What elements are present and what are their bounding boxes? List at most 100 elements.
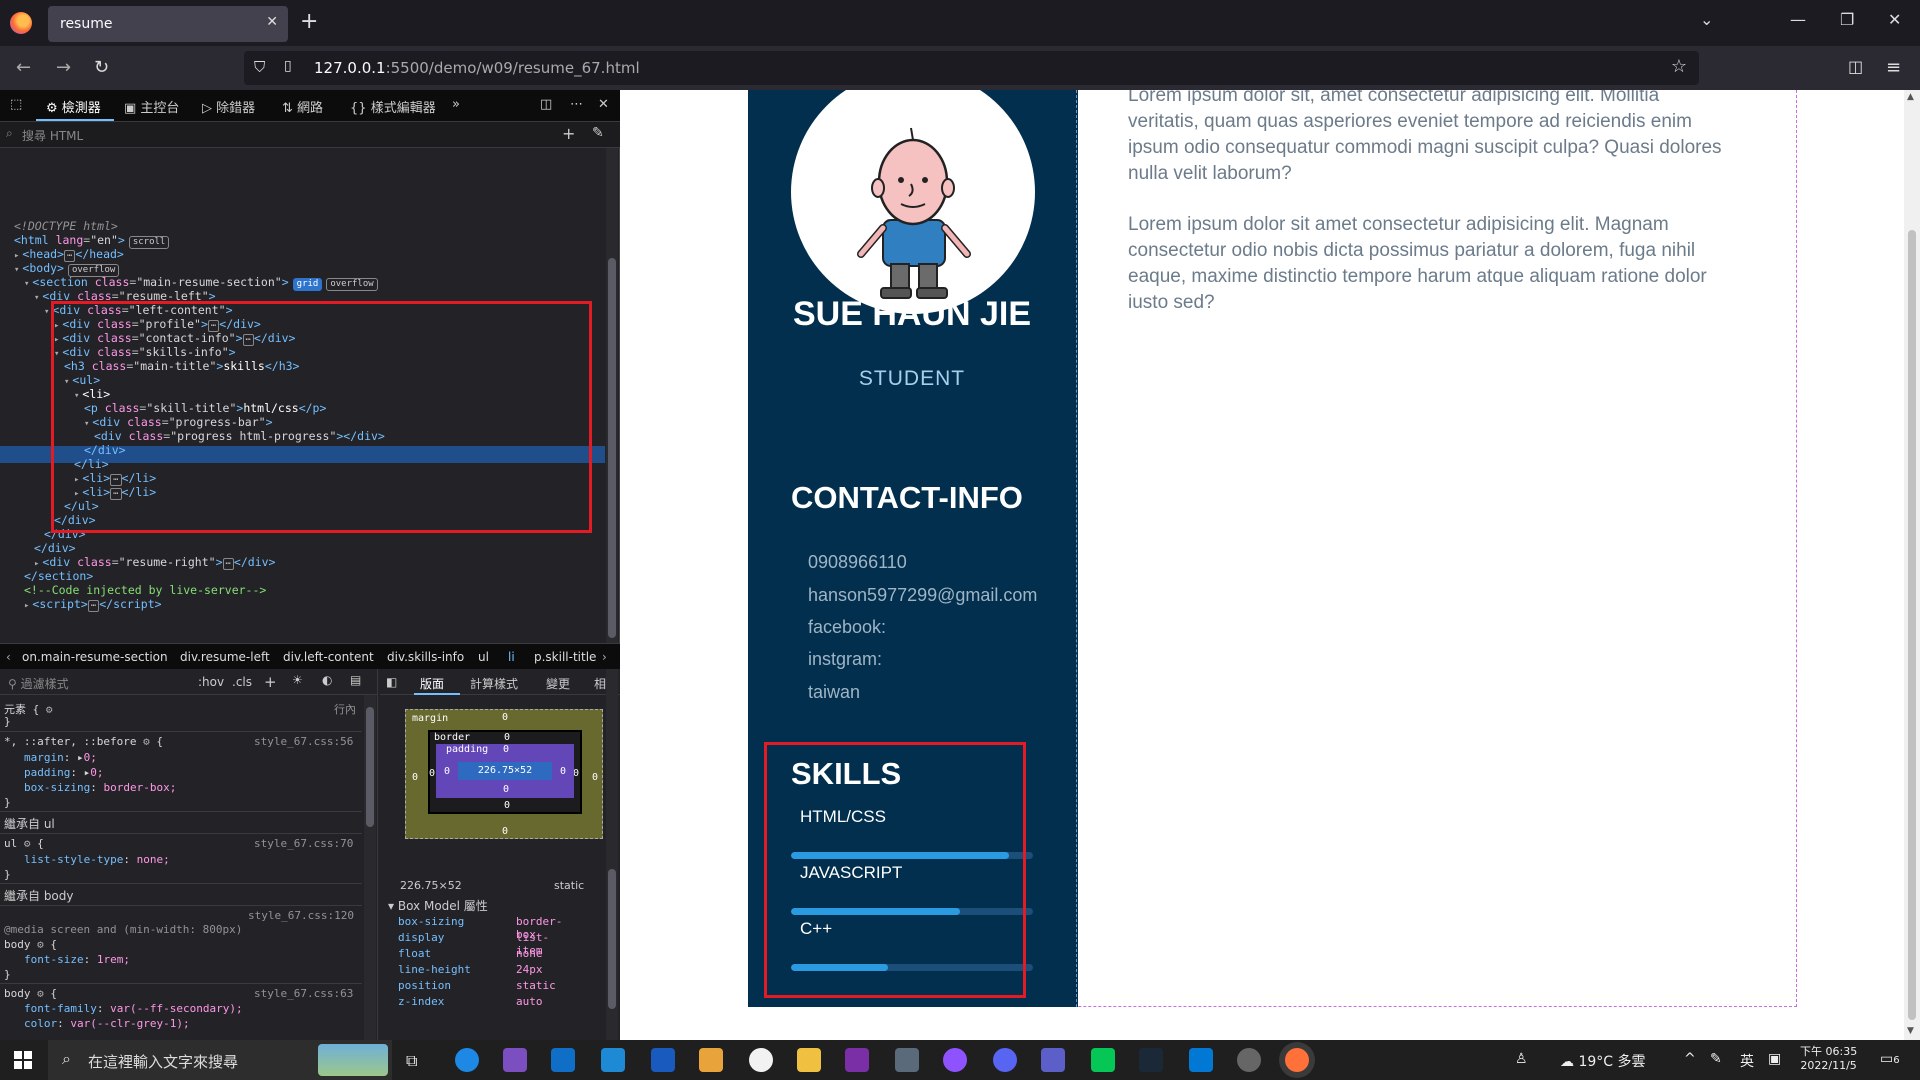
store-icon[interactable] [551, 1048, 575, 1072]
discord-icon[interactable] [993, 1048, 1017, 1072]
restore-icon[interactable]: ❐ [1840, 10, 1854, 29]
file-explorer-icon[interactable] [797, 1048, 821, 1072]
url-bar[interactable]: ⛉ ▯ 127.0.0.1:5500/demo/w09/resume_67.ht… [244, 51, 1699, 85]
box-model-padding[interactable]: padding 0 0 0 0 226.75×52 [436, 744, 574, 798]
add-rule-icon[interactable]: + [264, 673, 277, 691]
search-icon: ⌕ [62, 1049, 71, 1068]
box-model-properties-header[interactable]: ▾ Box Model 屬性 [388, 897, 488, 914]
sidebar-toggle-icon[interactable]: ◧ [386, 675, 397, 689]
box-model-margin[interactable]: margin 0 0 0 0 border 0 0 0 0 padding 0 … [405, 709, 603, 839]
contact-instagram: instgram: [808, 649, 883, 669]
mail-icon[interactable] [601, 1048, 625, 1072]
hov-toggle[interactable]: :hov [198, 675, 224, 689]
tab-resume[interactable]: resume ✕ [48, 6, 288, 42]
rules-scrollbar[interactable] [364, 695, 376, 1040]
more-tabs-icon[interactable]: » [452, 97, 460, 112]
video-icon[interactable] [699, 1048, 723, 1072]
breadcrumb-item[interactable]: div.skills-info [387, 650, 464, 664]
rules-scrollbar-thumb[interactable] [366, 707, 374, 827]
expanded-arrow-icon: ▾ [34, 293, 40, 303]
light-theme-icon[interactable]: ☀ [292, 673, 303, 687]
new-tab-icon[interactable]: + [300, 10, 318, 34]
taskbar-search[interactable]: ⌕ 在這裡輸入文字來搜尋 [48, 1040, 392, 1080]
close-tab-icon[interactable]: ✕ [266, 14, 278, 30]
windows-start-icon[interactable] [14, 1051, 32, 1069]
breadcrumb-item[interactable]: on.main-resume-section [22, 650, 168, 664]
markup-line[interactable]: ▸ <script> ⋯ </script> [24, 596, 162, 613]
ime-mode-icon[interactable]: ▣ [1768, 1051, 1781, 1067]
people-icon[interactable]: ♙ [1515, 1051, 1528, 1067]
bookmark-star-icon[interactable]: ☆ [1671, 56, 1687, 77]
pocket-icon[interactable]: ◫ [1848, 57, 1863, 76]
tab-more[interactable]: 相 [594, 675, 606, 692]
close-devtools-icon[interactable]: ✕ [598, 97, 609, 112]
breadcrumb-item[interactable]: p.skill-title [534, 650, 596, 664]
firefox-taskbar-icon[interactable] [1285, 1048, 1309, 1072]
page-icon[interactable]: ▯ [284, 58, 292, 74]
tab-debugger[interactable]: ▷ 除錯器 [202, 97, 255, 116]
print-media-icon[interactable]: ▤ [350, 673, 361, 687]
layout-scrollbar[interactable] [606, 669, 618, 1040]
teams-icon[interactable] [1041, 1048, 1065, 1072]
tab-style-editor[interactable]: {} 樣式編輯器 [350, 97, 436, 116]
box-model-content[interactable]: 226.75×52 [458, 762, 552, 780]
clock[interactable]: 下午 06:35 2022/11/5 [1800, 1043, 1857, 1072]
back-icon[interactable]: ← [16, 57, 31, 78]
contact-facebook: facebook: [808, 617, 887, 637]
breadcrumb-item[interactable]: ul [478, 650, 489, 664]
tab-network[interactable]: ⇅ 網路 [282, 97, 323, 116]
word-icon[interactable] [651, 1048, 675, 1072]
calculator-icon[interactable] [895, 1048, 919, 1072]
tray-chevron-icon[interactable]: ^ [1684, 1051, 1696, 1067]
messenger-icon[interactable] [943, 1048, 967, 1072]
filter-styles-input[interactable]: ⚲ 過濾樣式 [8, 675, 69, 692]
reload-icon[interactable]: ↻ [94, 57, 109, 78]
onenote-icon[interactable] [845, 1048, 869, 1072]
markup-scrollbar-thumb[interactable] [608, 258, 616, 638]
line-icon[interactable] [1091, 1048, 1115, 1072]
cls-toggle[interactable]: .cls [232, 675, 252, 689]
breadcrumb-item[interactable]: div.resume-left [180, 650, 270, 664]
chrome-icon[interactable] [749, 1048, 773, 1072]
ime-indicator[interactable]: 英 [1740, 1051, 1754, 1071]
page-scrollbar[interactable]: ▲ ▼ [1904, 90, 1920, 1040]
rules-pane: ⚲ 過濾樣式 :hov .cls + ☀ ◐ ▤ 元素 { ⚙ 行內 } *, :… [0, 669, 378, 1040]
annotation-red-box [51, 301, 592, 533]
weather-widget[interactable]: ☁ 19°C 多雲 [1560, 1051, 1646, 1071]
eyedropper-icon[interactable]: ✎ [592, 125, 604, 141]
task-view-icon[interactable]: ⧉ [406, 1051, 417, 1071]
markup-scrollbar[interactable] [606, 148, 618, 643]
visual-studio-icon[interactable] [503, 1048, 527, 1072]
minimize-icon[interactable]: — [1790, 10, 1806, 29]
menu-icon[interactable]: ≡ [1886, 57, 1901, 78]
notification-icon[interactable]: ▭6 [1880, 1051, 1900, 1067]
breadcrumb-left-icon[interactable]: ‹ [6, 650, 11, 664]
markup-search[interactable]: ⌕ 搜尋 HTML + ✎ [0, 122, 620, 148]
edge-icon[interactable] [455, 1048, 479, 1072]
forward-icon[interactable]: → [56, 57, 71, 78]
close-window-icon[interactable]: ✕ [1888, 10, 1901, 29]
breadcrumb-right-icon[interactable]: › [602, 650, 607, 664]
vscode-icon[interactable] [1189, 1048, 1213, 1072]
layout-tabs: ◧ 版面 計算樣式 變更 相 [380, 669, 620, 695]
tab-computed[interactable]: 計算樣式 [470, 675, 518, 692]
dark-theme-icon[interactable]: ◐ [322, 673, 332, 687]
more-options-icon[interactable]: ⋯ [570, 97, 583, 112]
page-scrollbar-thumb[interactable] [1908, 230, 1916, 1020]
dock-icon[interactable]: ◫ [540, 97, 552, 112]
tab-changes[interactable]: 變更 [546, 675, 570, 692]
tab-layout[interactable]: 版面 [420, 675, 444, 692]
shield-icon[interactable]: ⛉ [254, 58, 265, 76]
steam-icon[interactable] [1139, 1048, 1163, 1072]
pen-icon[interactable]: ✎ [1710, 1051, 1722, 1067]
tab-inspector[interactable]: ⚙ 檢測器 [46, 97, 101, 116]
add-node-icon[interactable]: + [562, 124, 575, 143]
settings-icon[interactable] [1237, 1048, 1261, 1072]
layout-scrollbar-thumb[interactable] [608, 869, 616, 1009]
breadcrumb-item[interactable]: div.left-content [283, 650, 374, 664]
box-model-border[interactable]: border 0 0 0 0 padding 0 0 0 0 226.75×52 [428, 730, 582, 814]
tab-console[interactable]: ▣ 主控台 [124, 97, 179, 116]
pick-element-icon[interactable]: ⬚ [10, 97, 22, 112]
chevron-down-icon[interactable]: ⌄ [1700, 10, 1713, 29]
breadcrumb-item[interactable]: li [508, 650, 515, 664]
